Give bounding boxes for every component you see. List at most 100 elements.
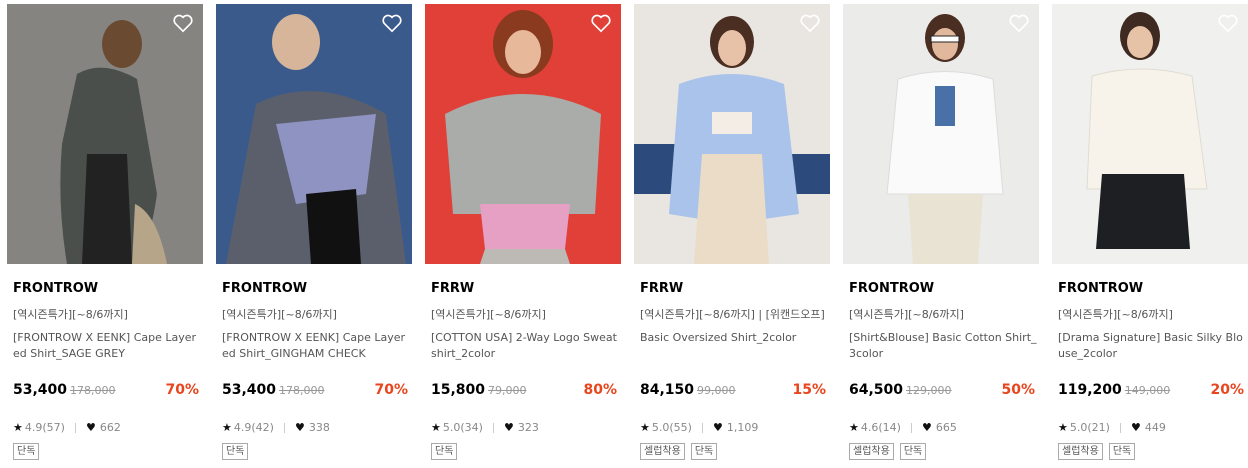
original-price: 79,000	[488, 384, 527, 397]
divider	[910, 422, 912, 433]
rating: 4.9(42)	[233, 421, 274, 434]
rating: 4.6(14)	[860, 421, 901, 434]
heart-outline-icon[interactable]	[381, 13, 403, 33]
tag-badge: 단독	[690, 443, 718, 460]
tag-list: 단독	[222, 443, 249, 460]
heart-icon: ♥	[294, 421, 305, 434]
sale-price: 119,200	[1058, 382, 1122, 398]
brand-name[interactable]: FRRW	[431, 281, 474, 296]
promo-text: [역시즌특가][~8/6까지]	[849, 308, 964, 321]
discount-rate: 80%	[583, 382, 617, 398]
sale-price: 53,400	[13, 382, 68, 398]
promo-text: [역시즌특가][~8/6까지]	[13, 308, 128, 321]
product-stats: ★ 4.6(14) ♥ 665	[849, 421, 957, 434]
tag-badge: 셀럽착용	[1058, 443, 1103, 460]
like-count: 665	[935, 421, 957, 434]
price: 84,150 99,000	[640, 382, 736, 398]
price: 53,400 178,000	[13, 382, 116, 398]
sale-price: 53,400	[222, 382, 277, 398]
tag-badge: 셀럽착용	[849, 443, 894, 460]
product-title[interactable]: [FRONTROW X EENK] Cape Layered Shirt_SAG…	[13, 330, 201, 362]
price: 53,400 178,000	[222, 382, 325, 398]
tag-badge: 셀럽착용	[640, 443, 685, 460]
product-title[interactable]: [FRONTROW X EENK] Cape Layered Shirt_GIN…	[222, 330, 410, 362]
divider	[283, 422, 285, 433]
product-image[interactable]	[216, 4, 412, 264]
product-grid: FRONTROW [역시즌특가][~8/6까지] [FRONTROW X EEN…	[0, 0, 1248, 468]
product-card[interactable]: FRONTROW [역시즌특가][~8/6까지] [FRONTROW X EEN…	[7, 4, 203, 466]
product-image[interactable]	[7, 4, 203, 264]
tag-list: 셀럽착용 단독	[640, 443, 718, 460]
rating: 4.9(57)	[24, 421, 65, 434]
brand-name[interactable]: FRONTROW	[1058, 281, 1143, 296]
product-card[interactable]: FRONTROW [역시즌특가][~8/6까지] [Drama Signatur…	[1052, 4, 1248, 466]
heart-outline-icon[interactable]	[1008, 13, 1030, 33]
star-icon: ★	[13, 421, 23, 434]
product-card[interactable]: FRRW [역시즌특가][~8/6까지] [COTTON USA] 2-Way …	[425, 4, 621, 466]
product-image[interactable]	[843, 4, 1039, 264]
heart-icon: ♥	[921, 421, 932, 434]
product-card[interactable]: FRRW [역시즌특가][~8/6까지] | [위캔드오프] Basic Ove…	[634, 4, 830, 466]
star-icon: ★	[640, 421, 650, 434]
promo-text: [역시즌특가][~8/6까지] | [위캔드오프]	[640, 308, 825, 321]
sale-price: 15,800	[431, 382, 486, 398]
product-card[interactable]: FRONTROW [역시즌특가][~8/6까지] [Shirt&Blouse] …	[843, 4, 1039, 466]
tag-list: 단독	[431, 443, 458, 460]
brand-name[interactable]: FRRW	[640, 281, 683, 296]
discount-rate: 50%	[1001, 382, 1035, 398]
heart-outline-icon[interactable]	[799, 13, 821, 33]
original-price: 178,000	[279, 384, 325, 397]
product-title[interactable]: [COTTON USA] 2-Way Logo Sweatshirt_2colo…	[431, 330, 619, 362]
tag-badge: 단독	[899, 443, 927, 460]
discount-rate: 20%	[1210, 382, 1244, 398]
tag-badge: 단독	[1108, 443, 1136, 460]
product-title[interactable]: [Shirt&Blouse] Basic Cotton Shirt_3color	[849, 330, 1037, 362]
product-image[interactable]	[1052, 4, 1248, 264]
price: 119,200 149,000	[1058, 382, 1170, 398]
rating: 5.0(34)	[442, 421, 483, 434]
star-icon: ★	[222, 421, 232, 434]
brand-name[interactable]: FRONTROW	[849, 281, 934, 296]
star-icon: ★	[431, 421, 441, 434]
product-card[interactable]: FRONTROW [역시즌특가][~8/6까지] [FRONTROW X EEN…	[216, 4, 412, 466]
discount-rate: 15%	[792, 382, 826, 398]
product-stats: ★ 5.0(55) ♥ 1,109	[640, 421, 758, 434]
tag-list: 셀럽착용 단독	[849, 443, 927, 460]
tag-badge: 단독	[13, 443, 40, 460]
original-price: 129,000	[906, 384, 952, 397]
sale-price: 84,150	[640, 382, 695, 398]
discount-rate: 70%	[165, 382, 199, 398]
promo-text: [역시즌특가][~8/6까지]	[431, 308, 546, 321]
product-title[interactable]: [Drama Signature] Basic Silky Blouse_2co…	[1058, 330, 1246, 362]
brand-name[interactable]: FRONTROW	[13, 281, 98, 296]
heart-outline-icon[interactable]	[1217, 13, 1239, 33]
like-count: 338	[308, 421, 330, 434]
like-count: 323	[517, 421, 539, 434]
product-stats: ★ 4.9(57) ♥ 662	[13, 421, 121, 434]
heart-outline-icon[interactable]	[172, 13, 194, 33]
promo-text: [역시즌특가][~8/6까지]	[222, 308, 337, 321]
product-stats: ★ 5.0(34) ♥ 323	[431, 421, 539, 434]
star-icon: ★	[849, 421, 859, 434]
heart-icon: ♥	[712, 421, 723, 434]
price: 64,500 129,000	[849, 382, 952, 398]
brand-name[interactable]: FRONTROW	[222, 281, 307, 296]
rating: 5.0(55)	[651, 421, 692, 434]
original-price: 178,000	[70, 384, 116, 397]
heart-icon: ♥	[1130, 421, 1141, 434]
rating: 5.0(21)	[1069, 421, 1110, 434]
product-title[interactable]: Basic Oversized Shirt_2color	[640, 330, 828, 346]
discount-rate: 70%	[374, 382, 408, 398]
divider	[74, 422, 76, 433]
divider	[492, 422, 494, 433]
tag-list: 셀럽착용 단독	[1058, 443, 1136, 460]
star-icon: ★	[1058, 421, 1068, 434]
promo-text: [역시즌특가][~8/6까지]	[1058, 308, 1173, 321]
product-image[interactable]	[634, 4, 830, 264]
like-count: 449	[1144, 421, 1166, 434]
original-price: 149,000	[1124, 384, 1171, 397]
heart-outline-icon[interactable]	[590, 13, 612, 33]
product-image[interactable]	[425, 4, 621, 264]
tag-badge: 단독	[431, 443, 458, 460]
tag-list: 단독	[13, 443, 40, 460]
